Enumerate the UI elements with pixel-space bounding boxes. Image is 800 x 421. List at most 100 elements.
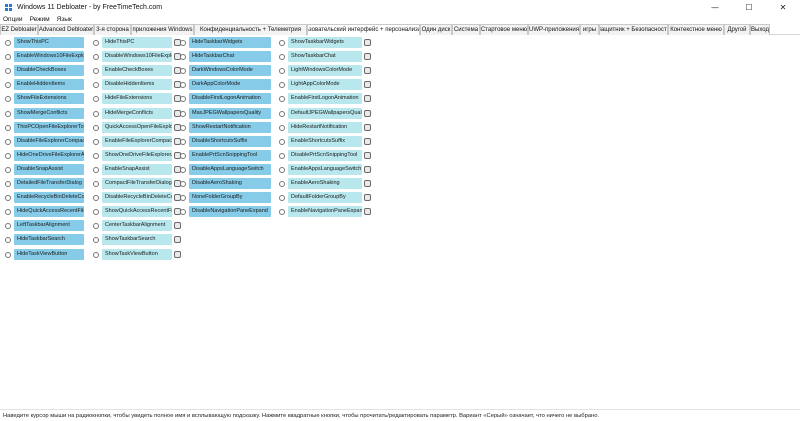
option-label[interactable]: ShowTaskbarSearch [102,234,172,245]
menu-options[interactable]: Опции [3,16,23,23]
option-label[interactable]: DisableHiddenItems [102,79,172,90]
option-radio-button[interactable] [93,67,99,74]
option-radio-button[interactable] [93,208,99,215]
option-label[interactable]: DisableFileExplorerCompactMode [14,136,84,147]
tab-privacy-telemetry[interactable]: Конфиденциальность + Телеметрия [194,24,307,35]
close-button[interactable]: ✕ [766,0,800,14]
option-radio-button[interactable] [5,110,11,117]
option-label[interactable]: ShowThisPC [14,37,84,48]
option-label[interactable]: HideTaskbarWidgets [189,37,271,48]
option-radio-button[interactable] [93,222,99,229]
option-label[interactable]: DisableAppsLanguageSwitch [189,164,271,175]
option-label[interactable]: DisablePrtScnSnippingTool [288,150,362,161]
option-label[interactable]: DisableAeroShaking [189,178,271,189]
edit-setting-square-button[interactable] [174,236,181,243]
edit-setting-square-button[interactable] [364,124,371,131]
option-label[interactable]: DisableShortcutsSuffix [189,136,271,147]
edit-setting-square-button[interactable] [364,138,371,145]
tab-windows-apps[interactable]: приложения Windows [131,24,194,35]
option-label[interactable]: HideRestartNotification [288,122,362,133]
option-label[interactable]: CompactFileTransferDialog [102,178,172,189]
option-label[interactable]: LightWindowsColorMode [288,65,362,76]
tab-uwp-apps[interactable]: UWP-приложения [528,24,580,35]
edit-setting-square-button[interactable] [364,208,371,215]
tab-start-menu[interactable]: Стартовое меню [480,24,528,35]
option-radio-button[interactable] [93,152,99,159]
option-radio-button[interactable] [279,194,285,201]
edit-setting-square-button[interactable] [364,180,371,187]
option-radio-button[interactable] [5,194,11,201]
option-radio-button[interactable] [180,95,186,102]
option-label[interactable]: DisableNavigationPaneExpand [189,206,271,217]
option-radio-button[interactable] [93,194,99,201]
option-radio-button[interactable] [180,194,186,201]
option-radio-button[interactable] [93,110,99,117]
tab-onedrive[interactable]: Один диск [420,24,452,35]
option-label[interactable]: EnableCheckBoxes [102,65,172,76]
edit-setting-square-button[interactable] [364,67,371,74]
option-radio-button[interactable] [279,166,285,173]
option-radio-button[interactable] [5,95,11,102]
option-radio-button[interactable] [279,53,285,60]
option-radio-button[interactable] [5,166,11,173]
tab-games[interactable]: игры [580,24,599,35]
option-label[interactable]: ShowMergeConflicts [14,108,84,119]
option-radio-button[interactable] [93,251,99,258]
option-radio-button[interactable] [93,138,99,145]
option-label[interactable]: MaxJPEGWallpapersQuality [189,108,271,119]
option-radio-button[interactable] [279,95,285,102]
edit-setting-square-button[interactable] [174,222,181,229]
option-label[interactable]: DarkAppColorMode [189,79,271,90]
option-label[interactable]: EnableNavigationPaneExpand [288,206,362,217]
option-radio-button[interactable] [5,138,11,145]
option-radio-button[interactable] [180,53,186,60]
option-label[interactable]: HideMergeConflicts [102,108,172,119]
option-radio-button[interactable] [93,95,99,102]
edit-setting-square-button[interactable] [364,39,371,46]
option-label[interactable]: DarkWindowsColorMode [189,65,271,76]
option-label[interactable]: HideTaskViewButton [14,249,84,260]
edit-setting-square-button[interactable] [364,81,371,88]
option-label[interactable]: EnableAppsLanguageSwitch [288,164,362,175]
option-radio-button[interactable] [279,81,285,88]
option-radio-button[interactable] [5,180,11,187]
tab-system[interactable]: Система [452,24,480,35]
option-label[interactable]: DisableSnapAssist [14,164,84,175]
option-label[interactable]: ShowOneDriveFileExplorerAd [102,150,172,161]
option-radio-button[interactable] [279,208,285,215]
option-label[interactable]: EnableRecycleBinDeleteConfirm [14,192,84,203]
tab-context-menu[interactable]: Контекстное меню [668,24,724,35]
option-label[interactable]: NoneFolderGroupBy [189,192,271,203]
option-label[interactable]: EnableShortcutsSuffix [288,136,362,147]
option-radio-button[interactable] [5,53,11,60]
edit-setting-square-button[interactable] [364,110,371,117]
option-radio-button[interactable] [180,39,186,46]
maximize-button[interactable]: ☐ [732,0,766,14]
option-radio-button[interactable] [5,39,11,46]
option-label[interactable]: EnableFirstLogonAnimation [288,93,362,104]
option-radio-button[interactable] [93,166,99,173]
menu-language[interactable]: Язык [57,16,72,23]
option-label[interactable]: EnableFileExplorerCompactMode [102,136,172,147]
option-radio-button[interactable] [93,124,99,131]
option-label[interactable]: ShowTaskViewButton [102,249,172,260]
option-label[interactable]: LeftTaskbarAlignment [14,220,84,231]
option-radio-button[interactable] [180,180,186,187]
option-radio-button[interactable] [279,39,285,46]
option-radio-button[interactable] [5,124,11,131]
option-label[interactable]: HideFileExtensions [102,93,172,104]
option-radio-button[interactable] [180,152,186,159]
option-radio-button[interactable] [5,81,11,88]
option-label[interactable]: ShowTaskbarWidgets [288,37,362,48]
option-radio-button[interactable] [180,110,186,117]
edit-setting-square-button[interactable] [364,95,371,102]
option-radio-button[interactable] [279,180,285,187]
edit-setting-square-button[interactable] [364,166,371,173]
tab-ui-personalization[interactable]: пользовательский интерфейс + персонализа… [307,24,420,36]
option-radio-button[interactable] [93,236,99,243]
option-label[interactable]: HideThisPC [102,37,172,48]
option-label[interactable]: DefaultJPEGWallpapersQuality [288,108,362,119]
option-label[interactable]: DisableRecycleBinDeleteConfirm [102,192,172,203]
edit-setting-square-button[interactable] [364,194,371,201]
menu-mode[interactable]: Режим [30,16,50,23]
